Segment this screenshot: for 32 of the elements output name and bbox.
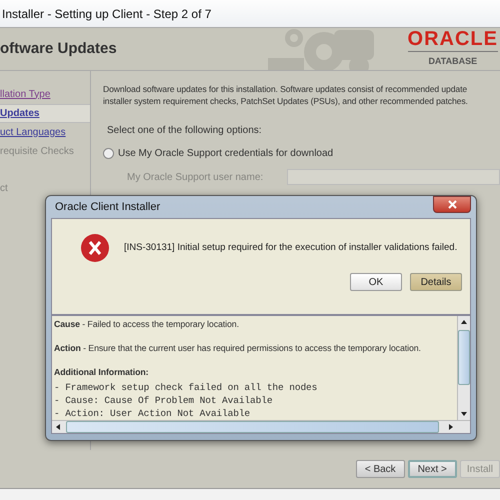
- horizontal-scrollbar[interactable]: [52, 420, 470, 433]
- window-title: Installer - Setting up Client - Step 2 of 7: [2, 6, 212, 22]
- description-text: installer system requirement checks, PatchSet Updates (PSUs), and other recommended patches.: [103, 95, 469, 107]
- description-text: Download software updates for this installation. Software updates consist of recommended update: [103, 83, 468, 95]
- code-line: - Framework setup check failed on all the nodes: [54, 381, 318, 394]
- details-heading: Additional Information:: [54, 366, 150, 379]
- nav-button[interactable]: Next >: [408, 460, 457, 478]
- sidebar-item: ct: [0, 182, 9, 196]
- dialog-title: Oracle Client Installer: [54, 200, 160, 215]
- error-icon: [80, 233, 110, 263]
- nav-button[interactable]: < Back: [356, 460, 405, 478]
- page-title: oftware Updates: [0, 38, 117, 59]
- dialog-button[interactable]: OK: [350, 273, 402, 291]
- sidebar-item[interactable]: uct Languages: [0, 123, 90, 142]
- sidebar-item[interactable]: llation Type: [0, 85, 90, 104]
- close-icon: [448, 200, 456, 209]
- vertical-scrollbar[interactable]: [457, 316, 470, 420]
- field-label: My Oracle Support user name:: [127, 170, 264, 184]
- sidebar-item: requisite Checks: [0, 144, 75, 158]
- close-button[interactable]: [433, 196, 471, 213]
- prompt-text: Select one of the following options:: [106, 124, 263, 138]
- code-line: - Action: User Action Not Available: [54, 407, 252, 420]
- code-line: - Cause: Cause Of Problem Not Available: [54, 394, 274, 407]
- logo-product: DATABASE: [428, 55, 478, 68]
- error-message: [INS-30131] Initial setup required for the execution of installer validations failed.: [124, 240, 458, 255]
- radio-button[interactable]: [103, 148, 114, 159]
- details-text: Cause - Failed to access the temporary location.: [54, 318, 240, 331]
- option-label[interactable]: Use My Oracle Support credentials for download: [118, 146, 334, 161]
- dialog-button[interactable]: Details: [410, 273, 462, 291]
- sidebar-item[interactable]: Updates: [0, 104, 90, 123]
- details-text: Action - Ensure that the current user has required permissions to access the temporary location.: [54, 342, 422, 355]
- logo-brand: ORACLE: [408, 29, 498, 52]
